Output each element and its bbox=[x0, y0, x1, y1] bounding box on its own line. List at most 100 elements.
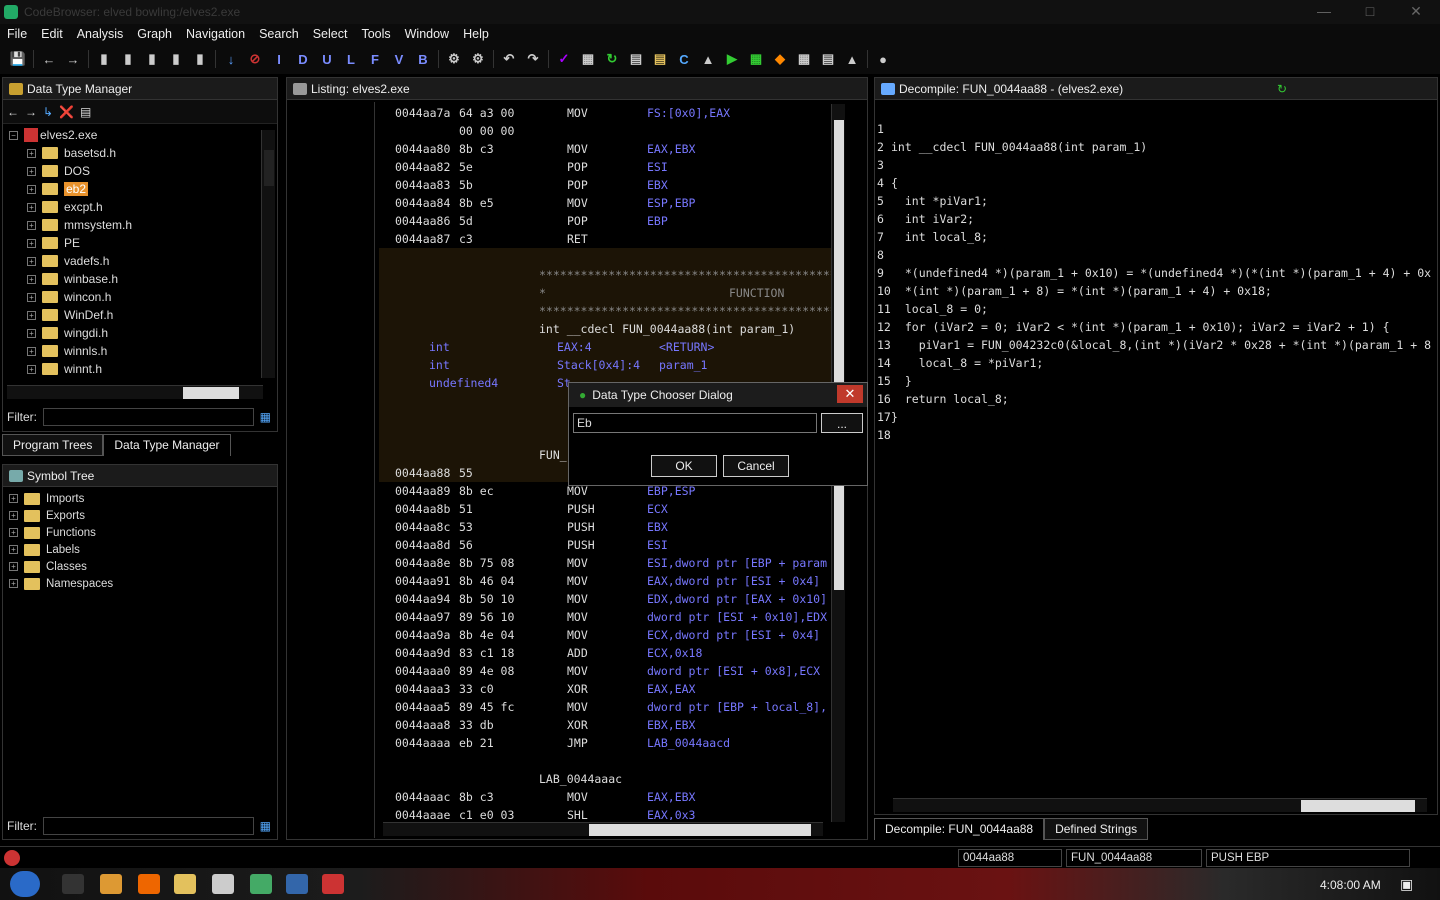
cancel-button[interactable]: Cancel bbox=[723, 455, 789, 477]
toolbar-F[interactable]: F bbox=[366, 50, 385, 69]
listing-row[interactable]: 00 00 00 bbox=[379, 122, 831, 140]
tree-icon[interactable]: ▲ bbox=[843, 50, 862, 69]
task-view-icon[interactable] bbox=[62, 874, 84, 894]
back-arrow-icon[interactable]: ← bbox=[7, 105, 19, 119]
tool-icon[interactable]: ⚙ bbox=[469, 50, 488, 69]
listing-row[interactable]: 0044aa84 8b e5 MOV ESP,EBP bbox=[379, 194, 831, 212]
memory-icon[interactable]: ▤ bbox=[627, 50, 646, 69]
listing-row[interactable]: 0044aa82 5e POP ESI bbox=[379, 158, 831, 176]
symbol-tree-item[interactable]: + Classes bbox=[9, 558, 277, 575]
decompile-line[interactable]: 18 bbox=[875, 426, 1435, 444]
toolbar-I[interactable]: I bbox=[270, 50, 289, 69]
decompile-line[interactable]: 13 piVar1 = FUN_004232c0(&local_8,(int *… bbox=[875, 336, 1435, 354]
filter-icon[interactable]: ▦ bbox=[260, 819, 271, 833]
page-icon[interactable]: ▮ bbox=[119, 50, 138, 69]
tree-item[interactable]: + excpt.h bbox=[9, 198, 277, 216]
listing-row[interactable]: 0044aaa3 33 c0 XOR EAX,EAX bbox=[379, 680, 831, 698]
tab-data-type-manager[interactable]: Data Type Manager bbox=[103, 434, 231, 456]
symbol-tree-item[interactable]: + Functions bbox=[9, 524, 277, 541]
tree-root[interactable]: − elves2.exe bbox=[9, 126, 277, 144]
minimize-button[interactable]: — bbox=[1304, 0, 1344, 22]
tab-decompile[interactable]: Decompile: FUN_0044aa88 bbox=[874, 818, 1045, 840]
tree-item[interactable]: + wingdi.h bbox=[9, 324, 277, 342]
listing-row[interactable]: 0044aa87 c3 RET bbox=[379, 230, 831, 248]
app-icon[interactable] bbox=[250, 874, 272, 894]
maximize-button[interactable]: □ bbox=[1350, 0, 1390, 22]
decompile-line[interactable]: 9 *(undefined4 *)(param_1 + 0x10) = *(un… bbox=[875, 264, 1435, 282]
tree-item[interactable]: + mmsystem.h bbox=[9, 216, 277, 234]
run-icon[interactable]: ▶ bbox=[723, 50, 742, 69]
decompile-line[interactable]: 16 return local_8; bbox=[875, 390, 1435, 408]
menu-file[interactable]: File bbox=[0, 27, 34, 41]
dialog-close-button[interactable]: ✕ bbox=[837, 385, 863, 403]
tree-item[interactable]: + eb2 bbox=[9, 180, 277, 198]
browse-button[interactable]: ... bbox=[821, 413, 863, 433]
vertical-scrollbar[interactable] bbox=[261, 130, 275, 378]
save-icon[interactable]: 💾 bbox=[9, 50, 28, 69]
tree-item[interactable]: + WinDef.h bbox=[9, 306, 277, 324]
listing-row[interactable]: 0044aa80 8b c3 MOV EAX,EBX bbox=[379, 140, 831, 158]
tree-item[interactable]: + PE bbox=[9, 234, 277, 252]
plugin-icon[interactable]: ● bbox=[874, 50, 893, 69]
decompile-line[interactable]: 12 for (iVar2 = 0; iVar2 < *(int *)(para… bbox=[875, 318, 1435, 336]
ok-button[interactable]: OK bbox=[651, 455, 717, 477]
toolbar-U[interactable]: U bbox=[318, 50, 337, 69]
listing-row[interactable]: 0044aa91 8b 46 04 MOV EAX,dword ptr [ESI + … bbox=[379, 572, 831, 590]
decompile-line[interactable]: 8 bbox=[875, 246, 1435, 264]
menu-search[interactable]: Search bbox=[252, 27, 306, 41]
tree-item[interactable]: + winnt.h bbox=[9, 360, 277, 378]
decompile-line[interactable]: 11 local_8 = 0; bbox=[875, 300, 1435, 318]
decompile-line[interactable]: 7 int local_8; bbox=[875, 228, 1435, 246]
stop-icon[interactable]: ⊘ bbox=[246, 50, 265, 69]
decompile-line[interactable]: 1 bbox=[875, 120, 1435, 138]
listing-row[interactable]: 0044aa8b 51 PUSH ECX bbox=[379, 500, 831, 518]
symbol-tree-item[interactable]: + Namespaces bbox=[9, 575, 277, 592]
decompile-line[interactable]: 10 *(int *)(param_1 + 8) = *(int *)(para… bbox=[875, 282, 1435, 300]
window-icon[interactable]: ▤ bbox=[819, 50, 838, 69]
start-button[interactable] bbox=[10, 871, 40, 897]
clock[interactable]: 4:08:00 AM bbox=[1320, 878, 1381, 892]
menu-analysis[interactable]: Analysis bbox=[70, 27, 131, 41]
table-icon[interactable]: ▦ bbox=[795, 50, 814, 69]
listing-row[interactable]: 0044aaa0 89 4e 08 MOV dword ptr [ESI + 0x8]… bbox=[379, 662, 831, 680]
symbol-tree-item[interactable]: + Imports bbox=[9, 490, 277, 507]
tab-defined-strings[interactable]: Defined Strings bbox=[1044, 818, 1149, 840]
listing-row[interactable]: 0044aa83 5b POP EBX bbox=[379, 176, 831, 194]
tree-item[interactable]: + winnls.h bbox=[9, 342, 277, 360]
app-icon[interactable] bbox=[286, 874, 308, 894]
listing-row[interactable]: 0044aaa5 89 45 fc MOV dword ptr [EBP + loca… bbox=[379, 698, 831, 716]
refresh-icon[interactable]: ↻ bbox=[1277, 82, 1287, 96]
redo-icon[interactable]: ↷ bbox=[524, 50, 543, 69]
menu-graph[interactable]: Graph bbox=[130, 27, 179, 41]
diamond-icon[interactable]: ◆ bbox=[771, 50, 790, 69]
toolbar-V[interactable]: V bbox=[390, 50, 409, 69]
no-icon[interactable]: ❌ bbox=[59, 105, 74, 119]
listing-row[interactable]: 0044aa8e 8b 75 08 MOV ESI,dword ptr [EBP + … bbox=[379, 554, 831, 572]
decompile-line[interactable]: 4{ bbox=[875, 174, 1435, 192]
symbol-filter-input[interactable] bbox=[43, 817, 254, 835]
symbol-tree-item[interactable]: + Exports bbox=[9, 507, 277, 524]
page-icon[interactable]: ▮ bbox=[167, 50, 186, 69]
refresh-icon[interactable]: ↻ bbox=[603, 50, 622, 69]
7zip-icon[interactable] bbox=[212, 874, 234, 894]
listing-row[interactable]: 0044aaac 8b c3 MOV EAX,EBX bbox=[379, 788, 831, 806]
listing-row[interactable]: 0044aa8d 56 PUSH ESI bbox=[379, 536, 831, 554]
listing-row[interactable]: 0044aa97 89 56 10 MOV dword ptr [ESI + 0x10… bbox=[379, 608, 831, 626]
tab-program-trees[interactable]: Program Trees bbox=[2, 434, 104, 456]
page-icon[interactable]: ▮ bbox=[95, 50, 114, 69]
window-icon[interactable]: ▤ bbox=[80, 105, 91, 119]
check-icon[interactable]: ✓ bbox=[555, 50, 574, 69]
tree-item[interactable]: + wincon.h bbox=[9, 288, 277, 306]
menu-select[interactable]: Select bbox=[306, 27, 355, 41]
page-icon[interactable]: ▮ bbox=[143, 50, 162, 69]
forward-arrow-icon[interactable]: → bbox=[64, 50, 83, 69]
data-type-input[interactable] bbox=[573, 413, 817, 433]
decompile-line[interactable]: 3 bbox=[875, 156, 1435, 174]
forward-arrow-icon[interactable]: → bbox=[25, 105, 37, 119]
listing-row[interactable]: 0044aa8c 53 PUSH EBX bbox=[379, 518, 831, 536]
undo-icon[interactable]: ↶ bbox=[500, 50, 519, 69]
tree-item[interactable]: + winbase.h bbox=[9, 270, 277, 288]
decompile-horizontal-scrollbar[interactable] bbox=[893, 798, 1427, 812]
back-arrow-icon[interactable]: ← bbox=[40, 50, 59, 69]
listing-row[interactable]: 0044aaa8 33 db XOR EBX,EBX bbox=[379, 716, 831, 734]
